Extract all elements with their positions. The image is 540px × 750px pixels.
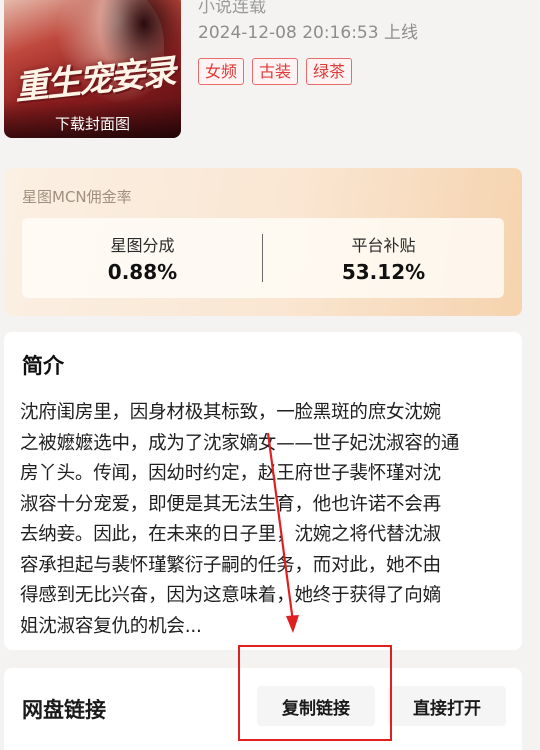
online-time: 2024-12-08 20:16:53 上线 <box>198 23 418 43</box>
intro-line: 得感到无比兴奋，因为这意味着，她终于获得了向嫡 <box>20 585 441 606</box>
intro-text: 沈府闺房里，因身材极其标致，一脸黑斑的庶女沈婉 之被嬷嬷选中，成为了沈家嫡女——… <box>20 398 510 642</box>
stat-value: 0.88% <box>107 260 178 284</box>
intro-heading: 简介 <box>22 354 64 378</box>
netdisk-label: 网盘链接 <box>22 698 106 722</box>
book-header: 重生宠妾录 下载封面图 小说连载 2024-12-08 20:16:53 上线 … <box>0 0 540 150</box>
tag-item: 古装 <box>252 58 299 85</box>
stat-platform-subsidy: 平台补贴 53.12% <box>263 218 504 298</box>
commission-stats: 星图分成 0.88% 平台补贴 53.12% <box>22 218 504 298</box>
book-meta-partial: 小说连载 <box>198 0 266 17</box>
stat-star-share: 星图分成 0.88% <box>22 218 263 298</box>
intro-line: 容承担起与裴怀瑾繁衍子嗣的任务，而对此，她不由 <box>20 554 441 576</box>
tag-item: 女频 <box>198 58 245 85</box>
intro-line: 姐沈淑容复仇的机会... <box>20 615 202 637</box>
intro-line: 淑容十分宠爱，即便是其无法生育，他也许诺不会再 <box>20 493 441 515</box>
tag-list: 女频 古装 绿茶 <box>198 58 353 85</box>
intro-card: 简介 沈府闺房里，因身材极其标致，一脸黑斑的庶女沈婉 之被嬷嬷选中，成为了沈家嫡… <box>4 332 522 650</box>
open-link-button[interactable]: 直接打开 <box>388 686 506 726</box>
intro-line: 沈府闺房里，因身材极其标致，一脸黑斑的庶女沈婉 <box>20 402 441 423</box>
stat-label: 平台补贴 <box>351 236 416 255</box>
book-cover[interactable]: 重生宠妾录 下载封面图 <box>4 0 181 138</box>
intro-line: 之被嬷嬷选中，成为了沈家嫡女——世子妃沈淑容的通 <box>20 432 460 454</box>
intro-line: 去纳妾。因此，在未来的日子里，沈婉之将代替沈淑 <box>20 524 441 545</box>
stat-label: 星图分成 <box>110 236 175 255</box>
stat-value: 53.12% <box>341 260 426 284</box>
intro-line: 房丫头。传闻，因幼时约定，赵王府世子裴怀瑾对沈 <box>20 463 441 484</box>
annotation-highlight-box <box>238 645 392 741</box>
download-cover-label: 下载封面图 <box>54 114 130 133</box>
commission-title: 星图MCN佣金率 <box>22 188 132 206</box>
tag-item: 绿茶 <box>306 58 353 85</box>
download-cover-button[interactable]: 下载封面图 <box>4 100 181 138</box>
commission-card: 星图MCN佣金率 星图分成 0.88% 平台补贴 53.12% <box>4 168 522 316</box>
